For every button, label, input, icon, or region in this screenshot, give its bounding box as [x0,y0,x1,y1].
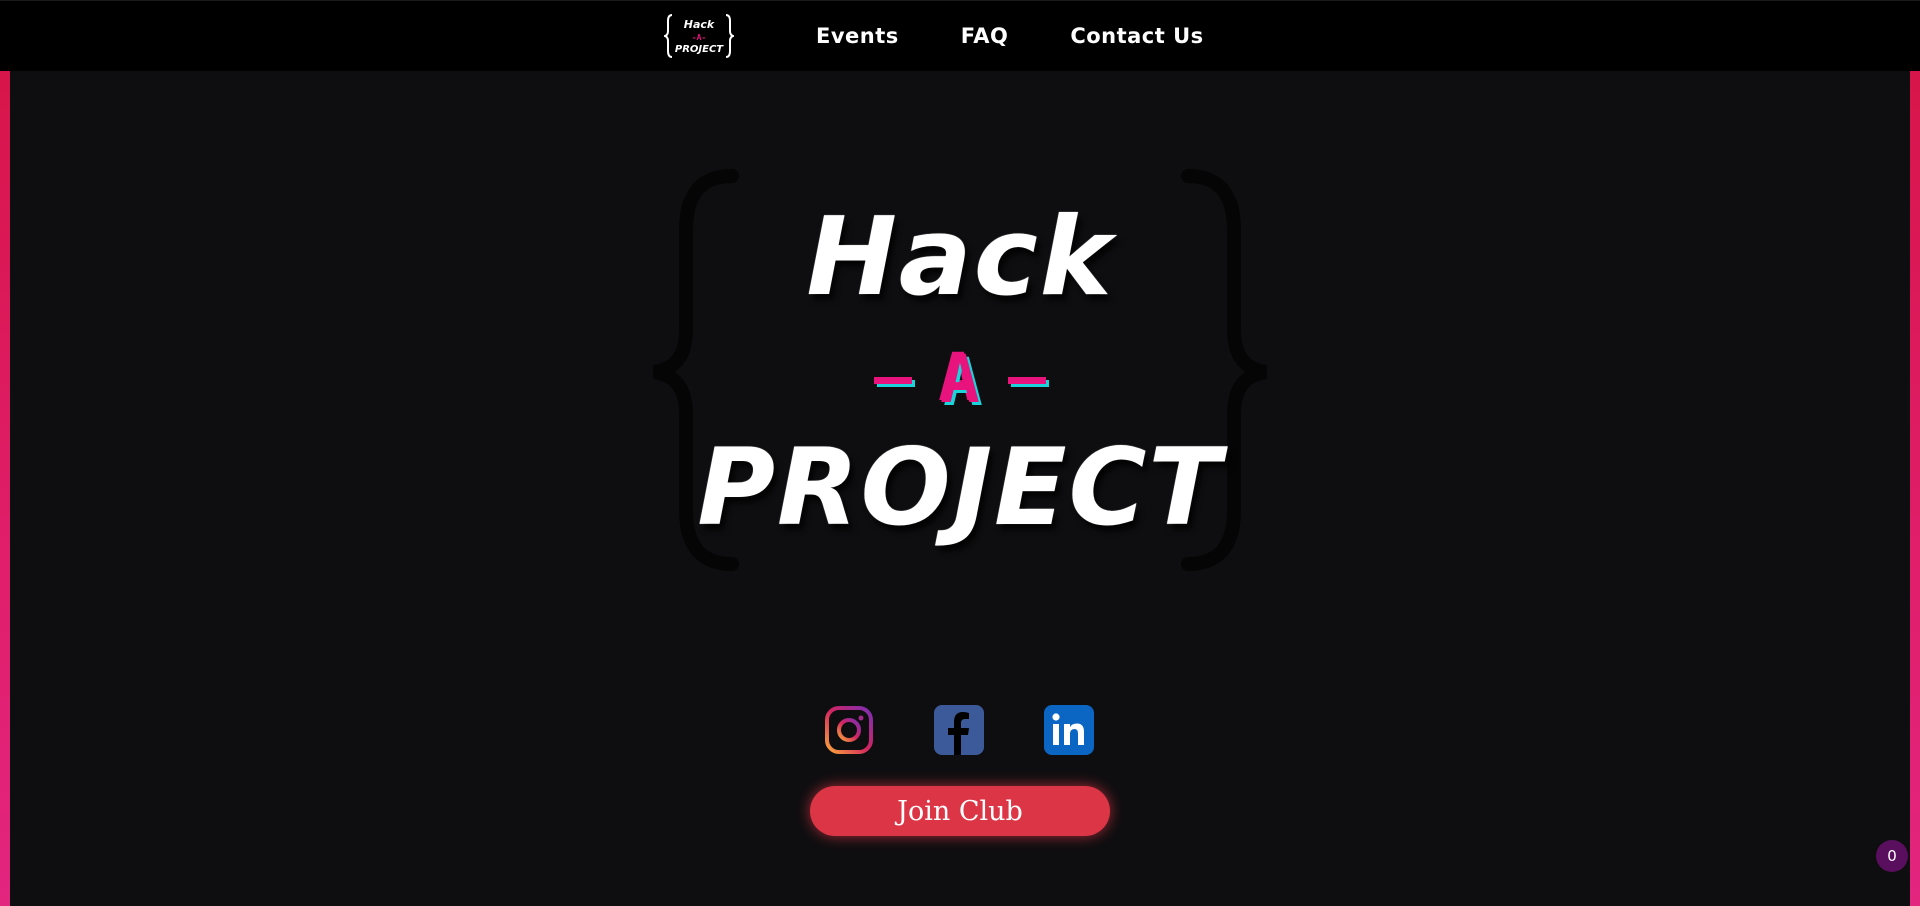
nav-link-contact-us[interactable]: Contact Us [1070,24,1203,48]
nav-links: Events FAQ Contact Us [816,1,1266,71]
linkedin-icon[interactable] [1044,705,1094,755]
nav-logo-line2: -A- [692,33,706,42]
hero-title-project: PROJECT [697,426,1223,549]
nav-logo-line1: Hack [684,18,715,31]
left-accent-bar [0,70,10,906]
hero-dash-right [1007,376,1046,384]
nav-link-faq[interactable]: FAQ [961,24,1009,48]
facebook-icon[interactable] [934,705,984,755]
right-accent-bar [1910,70,1920,906]
hero-title-hack: Hack [806,195,1114,320]
join-club-button[interactable]: Join Club [810,786,1110,836]
notification-badge[interactable]: 0 [1876,840,1908,872]
nav-link-events[interactable]: Events [816,24,899,48]
nav-logo-icon: Hack -A- PROJECT [664,14,734,58]
hero-a-row: A [640,345,1280,415]
instagram-icon[interactable] [824,705,874,755]
navbar: Hack -A- PROJECT Events FAQ Contact Us [0,0,1920,71]
hero-dash-left [874,376,913,384]
nav-logo[interactable]: Hack -A- PROJECT [664,13,734,59]
nav-logo-line3: PROJECT [675,44,724,55]
page: Hack -A- PROJECT Events FAQ Contact Us H… [0,0,1920,906]
social-links [824,705,1094,755]
hero-letter-a: A [940,341,980,418]
